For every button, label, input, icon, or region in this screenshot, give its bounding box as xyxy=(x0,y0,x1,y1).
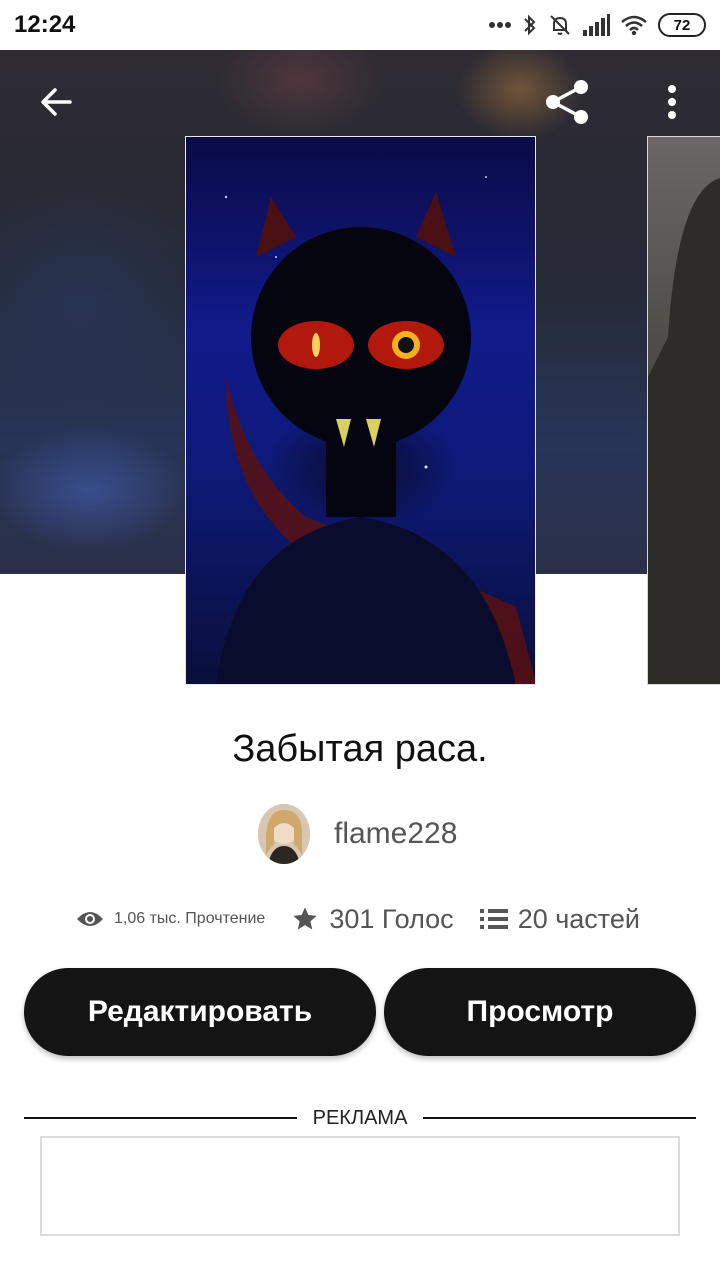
bluetooth-icon xyxy=(524,14,536,36)
ad-banner[interactable] xyxy=(40,1136,680,1236)
signal-icon xyxy=(583,14,610,36)
share-button[interactable] xyxy=(543,78,591,126)
stat-votes: 301 Голос xyxy=(291,903,454,935)
status-bar: 12:24 72 xyxy=(0,0,720,50)
share-icon xyxy=(546,80,588,124)
star-icon xyxy=(293,907,317,930)
divider-line-left xyxy=(24,1117,297,1119)
list-icon xyxy=(479,909,508,929)
status-time: 12:24 xyxy=(14,11,76,38)
wifi-icon xyxy=(621,15,647,36)
bell-off-icon xyxy=(550,15,570,35)
story-title: Забытая раса. xyxy=(232,728,488,770)
story-cover[interactable] xyxy=(185,136,536,685)
ad-label: РЕКЛАМА xyxy=(312,1106,408,1129)
stat-views: 1,06 тыс. Прочтение xyxy=(76,909,265,929)
more-dots-icon xyxy=(489,22,511,28)
next-cover-artwork xyxy=(648,178,720,684)
back-button[interactable] xyxy=(32,78,80,126)
more-menu-button[interactable] xyxy=(648,78,696,126)
cover-artwork xyxy=(216,176,535,684)
more-vertical-icon xyxy=(668,85,676,119)
author-link[interactable]: flame228 xyxy=(258,802,457,866)
avatar xyxy=(258,804,310,864)
battery-icon: 72 xyxy=(658,13,706,37)
divider-line-right xyxy=(423,1117,697,1119)
stat-parts: 20 частей xyxy=(479,903,640,935)
votes-count: 301 Голос xyxy=(329,903,454,934)
view-button[interactable]: Просмотр xyxy=(384,968,696,1056)
edit-button[interactable]: Редактировать xyxy=(24,968,376,1056)
next-story-cover[interactable] xyxy=(647,136,720,685)
status-icons: 72 xyxy=(488,10,706,40)
author-name: flame228 xyxy=(334,817,458,850)
arrow-left-icon xyxy=(41,88,72,116)
ad-divider: РЕКЛАМА xyxy=(24,1106,697,1130)
story-stats: 1,06 тыс. Прочтение 301 Голос 20 частей xyxy=(76,898,640,940)
parts-count: 20 частей xyxy=(517,903,640,934)
eye-icon xyxy=(77,912,103,926)
views-count: 1,06 тыс. Прочтение xyxy=(114,910,266,927)
